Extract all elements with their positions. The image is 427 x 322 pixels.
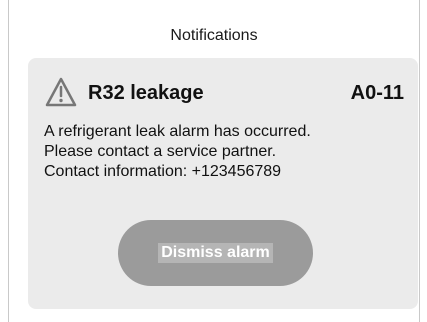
alarm-notification-card: R32 leakage A0-11 A refrigerant leak ala… [28,58,418,309]
page-title: Notifications [170,27,258,44]
dismiss-alarm-label: Dismiss alarm [158,243,273,263]
dismiss-alarm-button[interactable]: Dismiss alarm [118,220,313,286]
alarm-header: R32 leakage A0-11 [44,76,404,110]
right-frame-divider [419,0,420,322]
alarm-message-line-2: Please contact a service partner. [44,143,277,160]
alarm-code: A0-11 [350,82,404,104]
alarm-message-line-1: A refrigerant leak alarm has occurred. [44,123,311,140]
notifications-screen: Notifications R32 leakage A0-11 A refrig… [0,0,427,322]
alarm-message: A refrigerant leak alarm has occurred. P… [44,122,414,182]
warning-triangle-icon [45,77,77,107]
alarm-message-line-3: Contact information: +123456789 [44,163,282,180]
alarm-title: R32 leakage [88,82,204,104]
